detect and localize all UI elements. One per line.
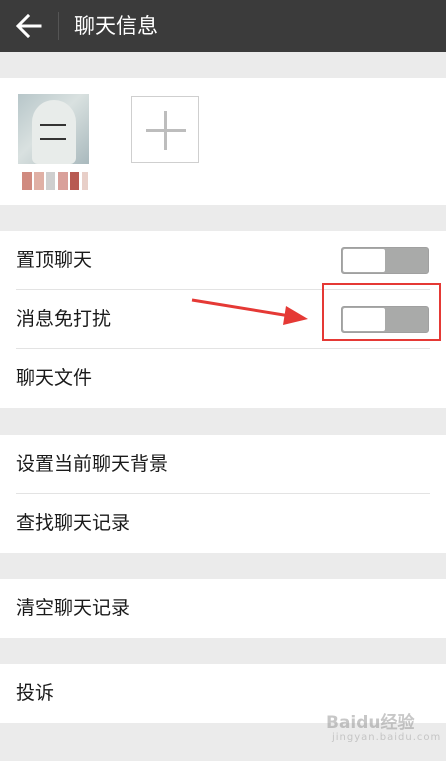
page-title: 聊天信息 bbox=[74, 14, 158, 38]
pin-chat-label: 置顶聊天 bbox=[16, 249, 93, 271]
settings-group-3: 清空聊天记录 bbox=[0, 579, 446, 638]
search-history-label: 查找聊天记录 bbox=[16, 512, 131, 534]
pin-chat-toggle[interactable] bbox=[341, 247, 429, 274]
mute-notifications-label: 消息免打扰 bbox=[16, 308, 112, 330]
add-member-button[interactable] bbox=[131, 96, 199, 163]
arrow-left-icon[interactable] bbox=[14, 12, 44, 40]
top-bar: 聊天信息 bbox=[0, 0, 446, 52]
watermark-text: Baidu经验 bbox=[326, 713, 415, 733]
report-label: 投诉 bbox=[16, 682, 55, 704]
toggle-knob bbox=[343, 249, 385, 272]
avatar-mark bbox=[40, 124, 66, 140]
watermark-subtext: jingyan.baidu.com bbox=[332, 732, 442, 743]
clear-history-row[interactable]: 清空聊天记录 bbox=[0, 579, 446, 638]
clear-history-label: 清空聊天记录 bbox=[16, 597, 131, 619]
header-divider bbox=[58, 12, 59, 40]
members-section bbox=[0, 78, 446, 205]
annotation-highlight-box bbox=[322, 283, 441, 341]
search-history-row[interactable]: 查找聊天记录 bbox=[0, 494, 446, 553]
member-avatar[interactable] bbox=[18, 94, 89, 164]
set-background-label: 设置当前聊天背景 bbox=[16, 453, 169, 475]
plus-icon-vertical bbox=[164, 111, 167, 150]
chat-files-label: 聊天文件 bbox=[16, 367, 93, 389]
baidu-watermark: Baidu经验 jingyan.baidu.com bbox=[318, 706, 442, 750]
member-name-blurred bbox=[22, 172, 90, 190]
set-background-row[interactable]: 设置当前聊天背景 bbox=[0, 435, 446, 494]
settings-group-2: 设置当前聊天背景 查找聊天记录 bbox=[0, 435, 446, 553]
annotation-arrow-icon bbox=[191, 298, 308, 325]
pin-chat-row[interactable]: 置顶聊天 bbox=[0, 231, 446, 290]
chat-files-row[interactable]: 聊天文件 bbox=[0, 349, 446, 408]
